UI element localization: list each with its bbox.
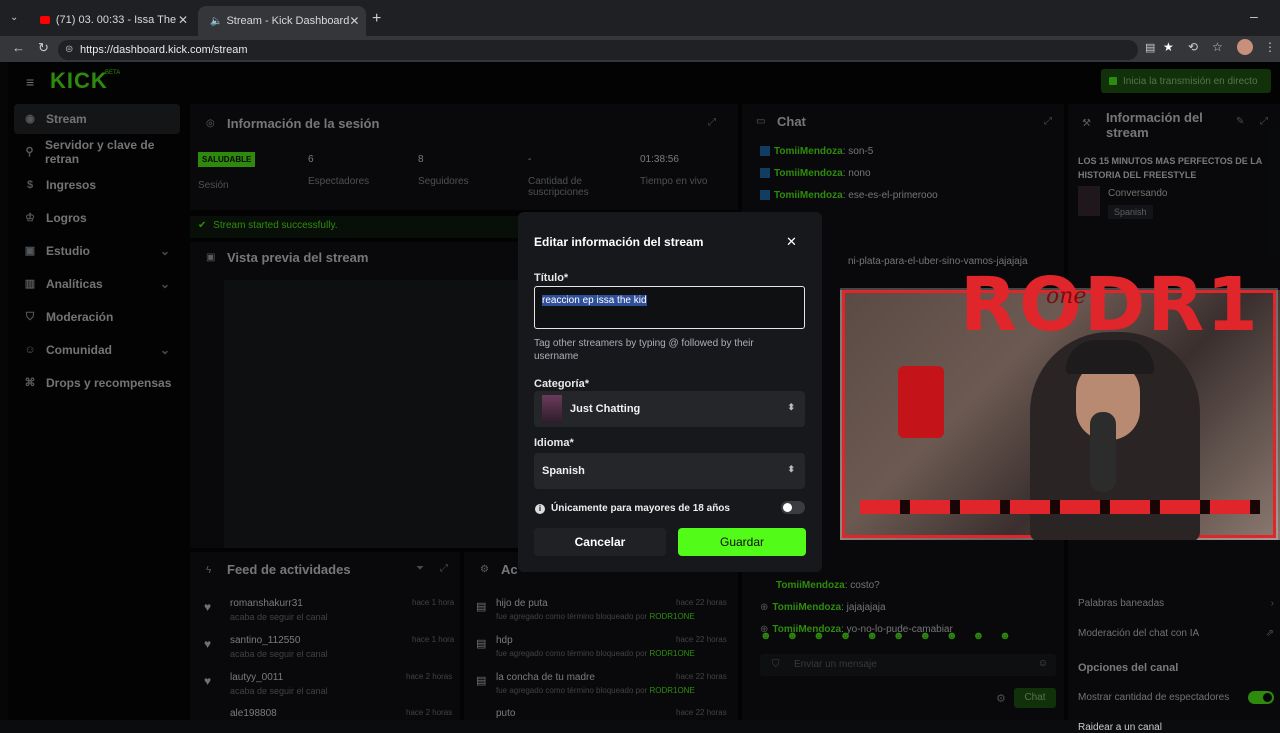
tab-title: (71) 03. 00:33 - Issa The Kid (Prod <box>55 14 178 26</box>
browser-tab-kick[interactable]: 🔈 Stream - Kick Dashboard ✕ <box>198 6 366 36</box>
info-circle-icon: i <box>535 504 545 514</box>
favorites-icon[interactable]: ☆ <box>1212 40 1223 54</box>
language-select[interactable]: Spanish ⬍ <box>534 453 805 489</box>
language-value: Spanish <box>542 465 585 477</box>
modal-title: Editar información del stream <box>534 235 704 249</box>
tab-title: Stream - Kick Dashboard <box>226 15 350 27</box>
select-caret-icon: ⬍ <box>787 402 795 412</box>
back-icon[interactable]: ← <box>12 40 25 55</box>
browser-menu-icon[interactable]: ⋮ <box>1264 40 1276 54</box>
title-help-text: Tag other streamers by typing @ followed… <box>534 338 754 362</box>
mature-label: Únicamente para mayores de 18 años <box>551 503 730 514</box>
category-thumbnail <box>542 395 562 423</box>
raid-channel-option[interactable]: Raidear a un canal <box>1078 722 1162 733</box>
category-label: Categoría* <box>534 378 590 390</box>
minimize-icon[interactable]: – <box>1250 8 1258 24</box>
close-tab-icon[interactable]: ✕ <box>178 13 188 27</box>
reader-mode-icon[interactable]: ▤ <box>1145 41 1155 54</box>
title-label: Título* <box>534 272 569 284</box>
toggle-knob <box>783 503 792 512</box>
new-tab-icon[interactable]: + <box>372 10 381 28</box>
cancel-button[interactable]: Cancelar <box>534 528 666 556</box>
save-button[interactable]: Guardar <box>678 528 806 556</box>
extensions-icon[interactable]: ⟲ <box>1188 40 1198 54</box>
url-input[interactable]: ⊜ https://dashboard.kick.com/stream <box>58 40 1138 60</box>
title-input[interactable]: reaccion ep issa the kid <box>534 286 805 329</box>
category-value: Just Chatting <box>570 403 641 415</box>
overlay-brand-sub: one <box>1046 284 1087 309</box>
profile-avatar[interactable] <box>1237 39 1253 55</box>
close-icon[interactable]: ✕ <box>786 234 797 250</box>
select-caret-icon: ⬍ <box>787 464 795 474</box>
browser-tab-youtube[interactable]: (71) 03. 00:33 - Issa The Kid (Prod ✕ <box>32 8 196 32</box>
site-info-icon[interactable]: ⊜ <box>65 40 73 60</box>
overlay-brand-text: RODR1 <box>960 262 1260 348</box>
language-label: Idioma* <box>534 437 574 449</box>
webcam-overlay: RODR1 one <box>840 262 1280 540</box>
speaker-icon[interactable]: 🔈 <box>210 16 222 27</box>
tab-list-dropdown-icon[interactable]: ⌄ <box>10 12 18 23</box>
category-select[interactable]: Just Chatting ⬍ <box>534 391 805 427</box>
reload-icon[interactable]: ↻ <box>38 40 49 56</box>
url-text: https://dashboard.kick.com/stream <box>80 44 248 56</box>
browser-address-bar: ← ↻ ⊜ https://dashboard.kick.com/stream … <box>0 36 1280 62</box>
microphone <box>1090 412 1116 492</box>
browser-tab-bar: ⌄ (71) 03. 00:33 - Issa The Kid (Prod ✕ … <box>0 0 1280 36</box>
title-input-value: reaccion ep issa the kid <box>542 295 647 306</box>
mature-toggle[interactable] <box>781 501 805 514</box>
red-jersey <box>898 366 944 438</box>
bookmark-star-icon[interactable]: ★ <box>1163 40 1174 54</box>
edit-stream-info-modal: Editar información del stream ✕ Título* … <box>518 212 822 572</box>
overlay-bottom-bar <box>860 500 1260 514</box>
youtube-icon <box>40 16 50 24</box>
close-tab-icon[interactable]: ✕ <box>349 14 359 28</box>
